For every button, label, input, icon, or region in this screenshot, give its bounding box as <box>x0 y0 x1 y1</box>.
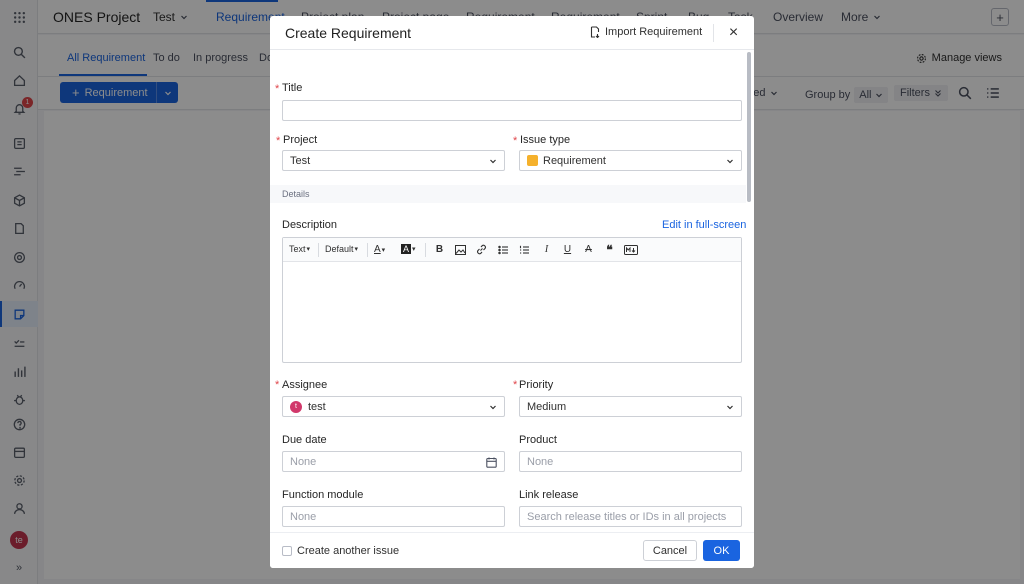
import-requirement-button[interactable]: Import Requirement <box>590 26 702 38</box>
required-marker: * <box>276 135 281 147</box>
link-release-placeholder: Search release titles or IDs in all proj… <box>527 510 727 523</box>
requirement-type-icon <box>527 155 538 166</box>
details-section-label: Details <box>282 189 310 199</box>
bullet-list-icon[interactable] <box>498 244 509 255</box>
due-date-picker[interactable]: None <box>282 451 505 472</box>
caret-down-icon: ▾ <box>412 246 416 253</box>
assignee-label: Assignee <box>282 379 328 391</box>
toolbar-divider <box>425 243 426 257</box>
toolbar-divider <box>318 243 319 257</box>
required-marker: * <box>275 379 280 391</box>
project-select-value: Test <box>290 154 311 167</box>
italic-icon[interactable]: I <box>541 244 552 255</box>
issue-type-value: Requirement <box>543 154 606 167</box>
dialog-title: Create Requirement <box>285 25 412 41</box>
markdown-icon[interactable] <box>624 244 638 255</box>
calendar-icon <box>486 457 497 468</box>
title-label: Title <box>282 82 303 94</box>
create-another-checkbox[interactable]: Create another issue <box>282 545 399 557</box>
import-requirement-label: Import Requirement <box>605 26 703 38</box>
project-label: Project <box>283 134 318 146</box>
function-module-label: Function module <box>282 489 364 501</box>
quote-icon[interactable]: ❝ <box>604 243 615 257</box>
assignee-value: test <box>308 400 326 413</box>
due-date-label: Due date <box>282 434 327 446</box>
caret-down-icon: ▾ <box>354 246 359 253</box>
edit-full-screen-link[interactable]: Edit in full-screen <box>662 219 746 231</box>
bold-icon[interactable]: B <box>434 244 445 255</box>
issue-type-select[interactable]: Requirement <box>519 150 742 171</box>
dialog-body: * Title * Project Test * Issue type Requ… <box>270 50 754 532</box>
create-requirement-dialog: Create Requirement Import Requirement × … <box>270 16 754 568</box>
font-size-dropdown[interactable]: Default ▾ <box>325 244 358 254</box>
text-style-dropdown[interactable]: Text ▾ <box>289 244 310 254</box>
issue-type-label: Issue type <box>520 134 571 146</box>
project-select[interactable]: Test <box>282 150 505 171</box>
required-marker: * <box>513 135 518 147</box>
link-release-search[interactable]: Search release titles or IDs in all proj… <box>519 506 742 527</box>
checkbox-box[interactable] <box>282 546 292 556</box>
priority-select[interactable]: Medium <box>519 396 742 417</box>
import-file-icon <box>590 26 600 38</box>
strikethrough-icon[interactable]: A <box>583 244 594 255</box>
title-input[interactable] <box>282 100 742 121</box>
product-select[interactable]: None <box>519 451 742 472</box>
priority-label: Priority <box>519 379 554 391</box>
priority-value: Medium <box>527 400 567 413</box>
dialog-footer: Create another issue Cancel OK <box>270 532 754 568</box>
assignee-select[interactable]: t test <box>282 396 505 417</box>
caret-down-icon: ▾ <box>381 246 386 254</box>
highlight-icon: A <box>401 244 412 254</box>
chevron-down-icon <box>727 159 733 164</box>
description-editor: Text ▾ Default ▾ A ▾ A ▾ B I U A ❝ <box>282 237 742 363</box>
dialog-header: Create Requirement Import Requirement × <box>270 16 754 50</box>
chevron-down-icon <box>490 405 496 410</box>
details-section: Details <box>270 185 746 203</box>
highlight-color-button[interactable]: A ▾ <box>401 244 416 254</box>
link-icon[interactable] <box>476 244 487 255</box>
header-divider <box>713 24 714 42</box>
description-text-area[interactable] <box>283 262 741 362</box>
function-module-placeholder: None <box>290 510 317 523</box>
underline-icon[interactable]: U <box>562 244 573 255</box>
link-release-label: Link release <box>519 489 579 501</box>
font-color-icon: A <box>374 244 381 255</box>
font-size-value: Default <box>325 244 354 254</box>
product-placeholder: None <box>527 455 554 468</box>
description-label: Description <box>282 219 338 231</box>
numbered-list-icon[interactable] <box>519 244 530 255</box>
due-date-placeholder: None <box>290 455 317 468</box>
product-label: Product <box>519 434 557 446</box>
cancel-button[interactable]: Cancel <box>643 540 697 561</box>
dialog-scrollbar-thumb[interactable] <box>747 52 751 202</box>
required-marker: * <box>275 83 280 95</box>
close-icon[interactable]: × <box>726 25 741 41</box>
toolbar-divider <box>367 243 368 257</box>
editor-toolbar: Text ▾ Default ▾ A ▾ A ▾ B I U A ❝ <box>283 238 741 262</box>
assignee-avatar: t <box>290 400 302 413</box>
text-style-value: Text <box>289 244 306 254</box>
chevron-down-icon <box>490 159 496 164</box>
image-icon[interactable] <box>455 244 466 255</box>
create-another-label: Create another issue <box>297 545 400 557</box>
chevron-down-icon <box>727 405 733 410</box>
required-marker: * <box>513 379 518 391</box>
caret-down-icon: ▾ <box>306 246 311 253</box>
font-color-button[interactable]: A ▾ <box>374 244 385 255</box>
function-module-select[interactable]: None <box>282 506 505 527</box>
ok-button[interactable]: OK <box>703 540 740 561</box>
